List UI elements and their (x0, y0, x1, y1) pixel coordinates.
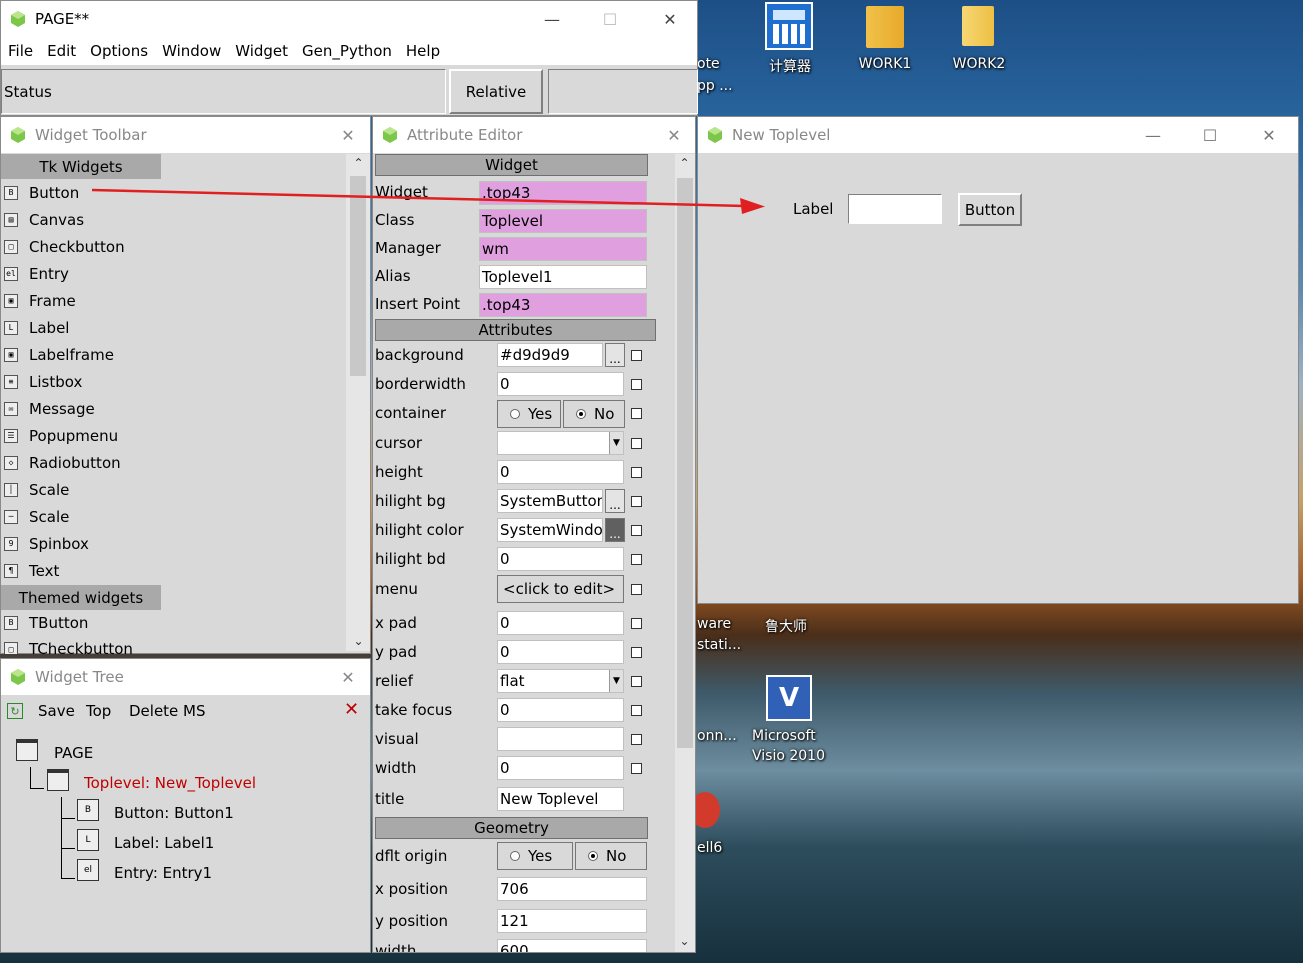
red-arrow (91, 188, 765, 214)
